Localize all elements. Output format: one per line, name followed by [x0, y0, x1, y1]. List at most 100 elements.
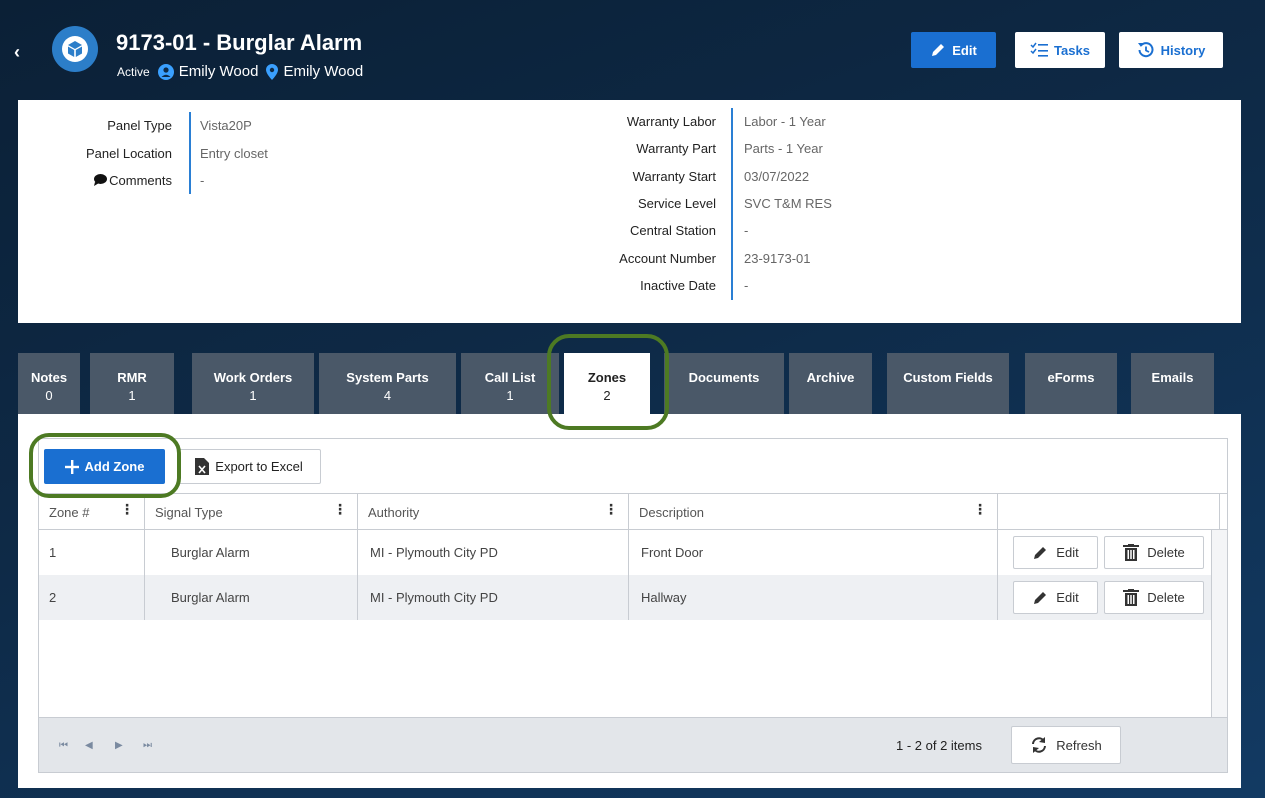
- table-row[interactable]: 1 Burglar Alarm MI - Plymouth City PD Fr…: [39, 530, 1211, 575]
- info-row: Panel Type Vista20P: [18, 112, 268, 140]
- edit-button[interactable]: Edit: [911, 32, 996, 68]
- tab-label: Emails: [1151, 370, 1194, 385]
- history-icon: [1137, 42, 1154, 58]
- trash-icon: [1123, 544, 1140, 561]
- first-page-icon[interactable]: ⏮: [59, 740, 68, 751]
- tab-label: eForms: [1047, 370, 1095, 385]
- user-icon: [157, 63, 174, 80]
- refresh-icon: [1032, 737, 1047, 753]
- cell-authority: MI - Plymouth City PD: [358, 530, 629, 575]
- refresh-button[interactable]: Refresh: [1011, 726, 1121, 764]
- zones-grid: Add Zone Export to Excel Zone # ⋮ Signal …: [38, 438, 1228, 773]
- info-row: Panel Location Entry closet: [18, 140, 268, 168]
- tab-documents[interactable]: Documents: [664, 353, 784, 414]
- row-edit-label: Edit: [1056, 590, 1079, 605]
- info-label: Inactive Date: [640, 277, 716, 293]
- info-label: Service Level: [637, 196, 716, 212]
- tab-label: Work Orders: [213, 370, 293, 385]
- system-info-panel: Panel Type Vista20P Panel Location Entry…: [18, 100, 1241, 323]
- pencil-icon: [1034, 546, 1047, 559]
- column-header-zone[interactable]: Zone # ⋮: [39, 494, 145, 530]
- page-title: 9173-01 - Burglar Alarm: [116, 30, 363, 55]
- last-page-icon[interactable]: ⏭: [143, 740, 152, 751]
- map-pin-icon: [266, 63, 279, 80]
- column-header-signal-type[interactable]: Signal Type ⋮: [145, 494, 358, 530]
- prev-page-icon[interactable]: ◀: [85, 740, 93, 751]
- zones-panel: Add Zone Export to Excel Zone # ⋮ Signal …: [18, 414, 1241, 788]
- row-edit-button[interactable]: Edit: [1013, 536, 1098, 569]
- checklist-icon: [1030, 42, 1049, 57]
- tab-count: 1: [128, 388, 136, 403]
- export-excel-button[interactable]: Export to Excel: [177, 449, 321, 484]
- info-value: SVC T&M RES: [744, 196, 832, 212]
- info-label: Warranty Part: [636, 141, 716, 157]
- table-row[interactable]: 2 Burglar Alarm MI - Plymouth City PD Ha…: [39, 575, 1211, 620]
- column-header-description[interactable]: Description ⋮: [629, 494, 998, 530]
- vertical-scrollbar[interactable]: [1211, 530, 1227, 717]
- divider: [731, 108, 733, 300]
- column-menu-icon[interactable]: ⋮: [973, 501, 987, 518]
- info-value: 03/07/2022: [744, 168, 810, 184]
- column-header-actions: [998, 494, 1220, 530]
- site-name-link[interactable]: Emily Wood: [283, 63, 363, 80]
- pencil-icon: [1034, 591, 1047, 604]
- cube-icon: [52, 26, 98, 72]
- tab-eforms[interactable]: eForms: [1025, 353, 1117, 414]
- column-menu-icon[interactable]: ⋮: [604, 501, 618, 518]
- row-delete-label: Delete: [1147, 590, 1185, 605]
- tab-emails[interactable]: Emails: [1131, 353, 1214, 414]
- tab-count: 0: [45, 388, 53, 403]
- comment-icon: [94, 174, 108, 187]
- tab-work-orders[interactable]: Work Orders 1: [192, 353, 314, 414]
- tasks-button-label: Tasks: [1054, 42, 1090, 58]
- tab-call-list[interactable]: Call List 1: [461, 353, 559, 414]
- edit-button-label: Edit: [952, 42, 977, 58]
- next-page-icon[interactable]: ▶: [115, 740, 123, 751]
- customer-name-link[interactable]: Emily Wood: [179, 63, 259, 80]
- tab-label: Documents: [688, 370, 760, 385]
- history-button-label: History: [1160, 42, 1206, 58]
- info-row: Warranty Part Parts - 1 Year: [578, 135, 832, 162]
- excel-file-icon: [195, 458, 210, 475]
- tab-label: RMR: [117, 370, 147, 385]
- add-zone-highlight: [29, 433, 181, 498]
- row-edit-label: Edit: [1056, 545, 1079, 560]
- info-value: Labor - 1 Year: [744, 114, 826, 130]
- info-label: Warranty Labor: [626, 114, 716, 130]
- tab-label: Notes: [30, 370, 68, 385]
- info-value: Vista20P: [200, 118, 252, 134]
- info-label: Warranty Start: [632, 168, 716, 184]
- tab-system-parts[interactable]: System Parts 4: [319, 353, 456, 414]
- tab-rmr[interactable]: RMR 1: [90, 353, 174, 414]
- tab-archive[interactable]: Archive: [789, 353, 872, 414]
- tab-label: Call List: [484, 370, 536, 385]
- row-edit-button[interactable]: Edit: [1013, 581, 1098, 614]
- tasks-button[interactable]: Tasks: [1015, 32, 1105, 68]
- column-menu-icon[interactable]: ⋮: [333, 501, 347, 518]
- tab-label: System Parts: [346, 370, 429, 385]
- tab-custom-fields[interactable]: Custom Fields: [887, 353, 1009, 414]
- column-title: Zone #: [49, 504, 90, 520]
- info-row: Warranty Start 03/07/2022: [578, 163, 832, 190]
- back-button[interactable]: ‹: [14, 42, 20, 63]
- history-button[interactable]: History: [1119, 32, 1223, 68]
- row-delete-button[interactable]: Delete: [1104, 581, 1204, 614]
- refresh-label: Refresh: [1056, 737, 1102, 753]
- info-label-wrap: Comments: [18, 173, 188, 188]
- tab-notes[interactable]: Notes 0: [18, 353, 80, 414]
- row-delete-label: Delete: [1147, 545, 1185, 560]
- info-value: Parts - 1 Year: [744, 141, 823, 157]
- info-row: Account Number 23-9173-01: [578, 244, 832, 271]
- cell-description: Hallway: [629, 575, 998, 620]
- row-delete-button[interactable]: Delete: [1104, 536, 1204, 569]
- info-left-group: Panel Type Vista20P Panel Location Entry…: [18, 112, 268, 195]
- divider: [189, 112, 191, 194]
- pencil-icon: [932, 44, 945, 56]
- column-header-authority[interactable]: Authority ⋮: [358, 494, 629, 530]
- grid-pager: ⏮ ◀ ▶ ⏭ 1 - 2 of 2 items Refresh: [39, 717, 1227, 772]
- column-menu-icon[interactable]: ⋮: [120, 501, 134, 518]
- info-label: Central Station: [630, 223, 716, 239]
- cell-zone: 1: [39, 530, 145, 575]
- column-title: Description: [639, 504, 705, 520]
- tab-label: Archive: [806, 370, 855, 385]
